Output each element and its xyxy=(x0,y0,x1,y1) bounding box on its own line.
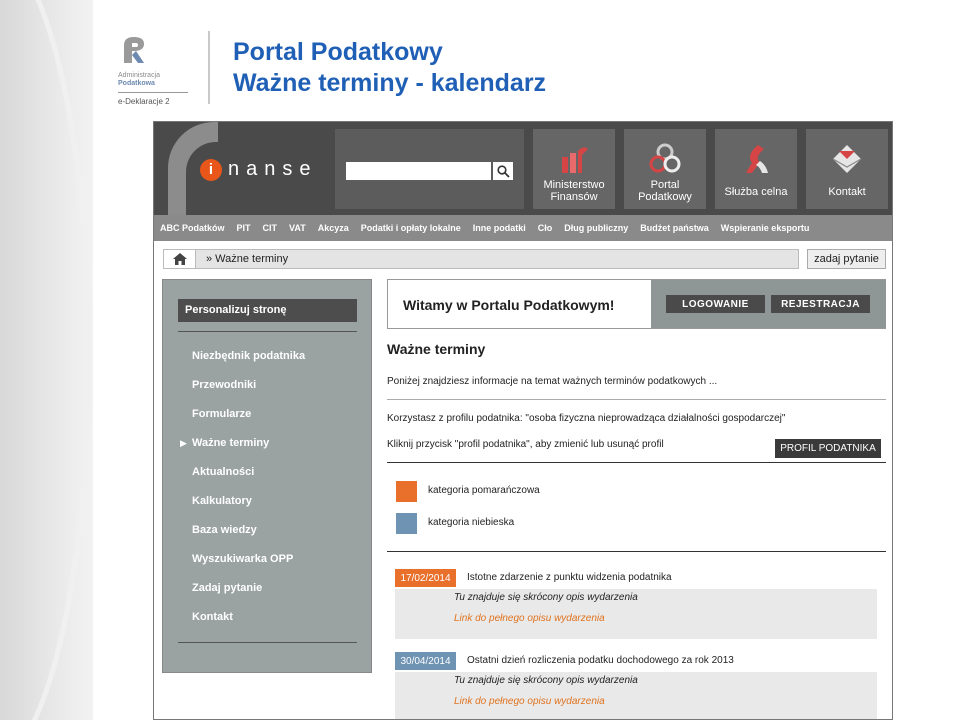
menu-item[interactable]: ABC Podatków xyxy=(160,223,225,233)
register-button[interactable]: REJESTRACJA xyxy=(771,295,870,313)
breadcrumb-current: » Ważne terminy xyxy=(206,253,289,265)
portal-podatkowy-icon xyxy=(649,143,681,173)
sidebar-divider xyxy=(178,642,357,643)
legend-blue-label: kategoria niebieska xyxy=(428,517,515,528)
logo-mark-icon xyxy=(124,37,144,63)
breadcrumb: » Ważne terminy xyxy=(163,249,799,269)
tile-label: Ministerstwo Finansów xyxy=(543,179,605,203)
administracja-podatkowa-logo: Administracja Podatkowa e-Deklaracje 2 xyxy=(118,35,208,106)
search-icon xyxy=(496,164,510,178)
logo-subtitle: e-Deklaracje 2 xyxy=(118,97,170,106)
logo-line1: Administracja xyxy=(118,72,161,79)
main-menu: ABC Podatków PIT CIT VAT Akcyza Podatki … xyxy=(154,215,892,241)
event-item: 17/02/2014 Istotne zdarzenie z punktu wi… xyxy=(395,569,877,641)
event-description: Tu znajduje się skrócony opis wydarzenia xyxy=(454,592,638,603)
logo-line2: Podatkowa xyxy=(118,80,155,87)
event-title: Ostatni dzień rozliczenia podatku dochod… xyxy=(467,655,734,666)
menu-item[interactable]: CIT xyxy=(263,223,278,233)
menu-item[interactable]: Cło xyxy=(538,223,553,233)
event-description: Tu znajduje się skrócony opis wydarzenia xyxy=(454,675,638,686)
legend-orange-label: kategoria pomarańczowa xyxy=(428,485,540,496)
sidebar-item-formularze[interactable]: Formularze xyxy=(192,408,251,420)
sidebar-item-kontakt[interactable]: Kontakt xyxy=(192,611,233,623)
welcome-text: Witamy w Portalu Podatkowym! xyxy=(403,297,615,313)
ask-question-button[interactable]: zadaj pytanie xyxy=(807,249,886,269)
logo-divider xyxy=(118,92,188,93)
menu-item[interactable]: Budżet państwa xyxy=(640,223,709,233)
active-arrow-icon: ▶ xyxy=(180,438,187,448)
sidebar: Personalizuj stronę Niezbędnik podatnika… xyxy=(162,279,372,673)
tile-portal-podatkowy[interactable]: Portal Podatkowy xyxy=(624,129,706,209)
section-heading: Ważne terminy xyxy=(387,341,486,357)
legend-orange-swatch xyxy=(396,481,417,502)
profile-button[interactable]: PROFIL PODATNIKA xyxy=(775,439,881,458)
title-divider xyxy=(208,31,210,104)
event-details: Tu znajduje się skrócony opis wydarzenia… xyxy=(395,589,877,639)
search-button[interactable] xyxy=(493,162,513,180)
menu-item[interactable]: PIT xyxy=(237,223,251,233)
home-icon xyxy=(172,253,187,265)
tile-label: Portal Podatkowy xyxy=(638,179,692,203)
sidebar-item-aktualnosci[interactable]: Aktualności xyxy=(192,466,254,478)
event-item: 30/04/2014 Ostatni dzień rozliczenia pod… xyxy=(395,652,877,719)
divider xyxy=(387,399,886,400)
search-input[interactable] xyxy=(346,162,491,180)
event-link[interactable]: Link do pełnego opisu wydarzenia xyxy=(454,696,605,707)
brand-i-badge: i xyxy=(200,158,222,181)
tile-label: Służba celna xyxy=(724,186,788,198)
menu-item[interactable]: Akcyza xyxy=(318,223,349,233)
finanse-logo[interactable]: i nanse xyxy=(200,158,318,181)
sidebar-item-zadaj-pytanie[interactable]: Zadaj pytanie xyxy=(192,582,262,594)
menu-item[interactable]: VAT xyxy=(289,223,306,233)
tile-label: Kontakt xyxy=(828,186,866,198)
sidebar-item-wazne-terminy[interactable]: Ważne terminy xyxy=(192,437,269,449)
slide: Administracja Podatkowa e-Deklaracje 2 P… xyxy=(0,0,960,720)
menu-item[interactable]: Inne podatki xyxy=(473,223,526,233)
ministerstwo-finansow-icon xyxy=(562,147,588,173)
logo-text: Administracja Podatkowa xyxy=(118,72,208,88)
tile-ministerstwo-finansow[interactable]: Ministerstwo Finansów xyxy=(533,129,615,209)
menu-item[interactable]: Dług publiczny xyxy=(564,223,628,233)
tile-kontakt[interactable]: Kontakt xyxy=(806,129,888,209)
slide-title-line2: Ważne terminy - kalendarz xyxy=(233,69,547,97)
envelope-icon xyxy=(832,145,862,173)
tile-sluzba-celna[interactable]: Służba celna xyxy=(715,129,797,209)
legend-blue-swatch xyxy=(396,513,417,534)
brand-text: nanse xyxy=(228,158,318,180)
menu-item[interactable]: Podatki i opłaty lokalne xyxy=(361,223,461,233)
sidebar-item-baza-wiedzy[interactable]: Baza wiedzy xyxy=(192,524,257,536)
slide-title: Portal Podatkowy Ważne terminy - kalenda… xyxy=(233,37,546,99)
profile-hint: Kliknij przycisk "profil podatnika", aby… xyxy=(387,439,664,450)
event-details: Tu znajduje się skrócony opis wydarzenia… xyxy=(395,672,877,719)
sidebar-divider xyxy=(178,331,357,332)
sidebar-item-wyszukiwarka-opp[interactable]: Wyszukiwarka OPP xyxy=(192,553,293,565)
sidebar-item-niezbednik[interactable]: Niezbędnik podatnika xyxy=(192,350,305,362)
slide-title-line1: Portal Podatkowy xyxy=(233,38,443,66)
sluzba-celna-icon xyxy=(746,145,768,173)
search-panel xyxy=(335,129,524,209)
event-title: Istotne zdarzenie z punktu widzenia poda… xyxy=(467,572,672,583)
sidebar-item-przewodniki[interactable]: Przewodniki xyxy=(192,379,256,391)
menu-item[interactable]: Wspieranie eksportu xyxy=(721,223,810,233)
portal-header: i nanse Ministerstwo Finansów Portal Pod… xyxy=(154,122,892,215)
profile-text: Korzystasz z profilu podatnika: "osoba f… xyxy=(387,413,786,424)
sidebar-item-kalkulatory[interactable]: Kalkulatory xyxy=(192,495,252,507)
login-button[interactable]: LOGOWANIE xyxy=(666,295,765,313)
event-date: 17/02/2014 xyxy=(395,569,456,587)
intro-text: Poniżej znajdziesz informacje na temat w… xyxy=(387,376,718,387)
left-decoration xyxy=(0,0,93,720)
event-link[interactable]: Link do pełnego opisu wydarzenia xyxy=(454,613,605,624)
personalize-button[interactable]: Personalizuj stronę xyxy=(178,299,357,322)
home-button[interactable] xyxy=(164,250,196,268)
welcome-box: Witamy w Portalu Podatkowym! LOGOWANIE R… xyxy=(387,279,886,329)
divider xyxy=(387,462,886,463)
auth-panel: LOGOWANIE REJESTRACJA xyxy=(651,280,886,328)
portal-screenshot: i nanse Ministerstwo Finansów Portal Pod… xyxy=(153,121,893,720)
divider xyxy=(387,551,886,552)
event-date: 30/04/2014 xyxy=(395,652,456,670)
